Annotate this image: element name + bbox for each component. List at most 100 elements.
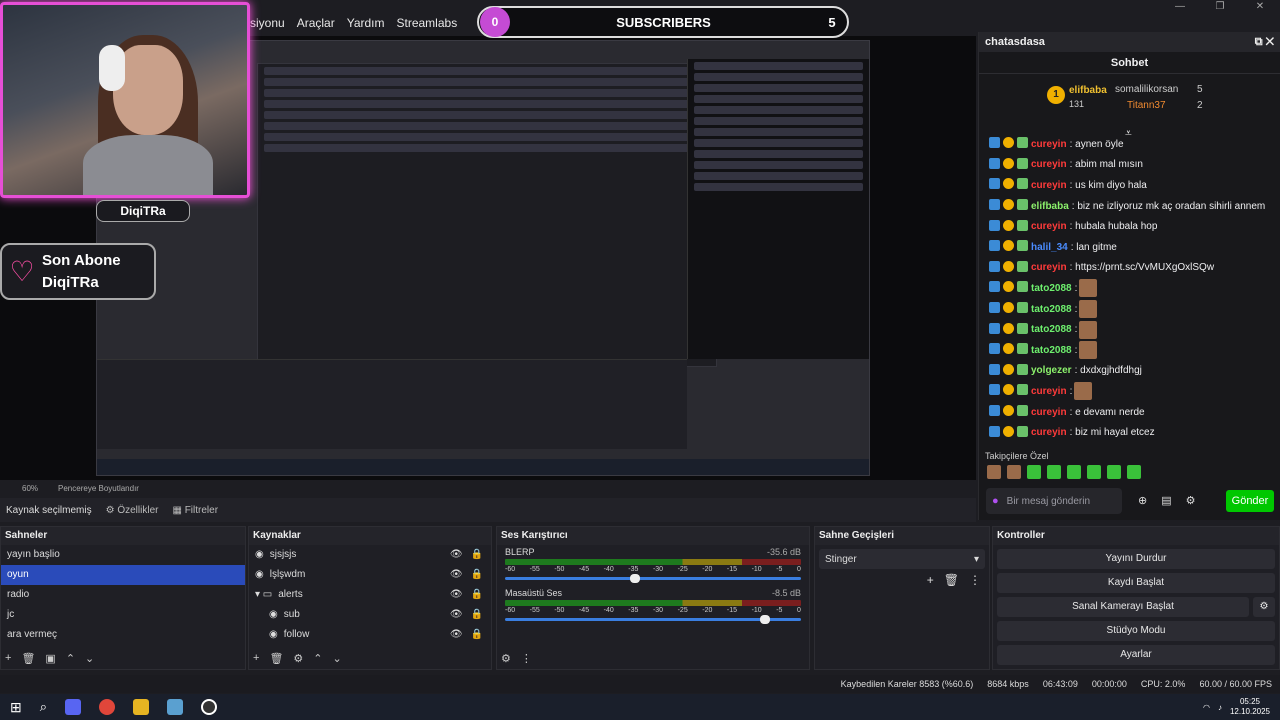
more-icon[interactable]: ⋮ [521, 652, 532, 665]
visibility-icon[interactable]: 👁 [450, 625, 463, 645]
start-recording-button[interactable]: Kaydı Başlat [997, 573, 1275, 593]
source-item[interactable]: ◉ sub 👁 🔒 [249, 605, 491, 625]
chat-username[interactable]: cureyin [1031, 221, 1067, 232]
chat-username[interactable]: cureyin [1031, 180, 1067, 191]
chrome-icon[interactable] [99, 699, 116, 715]
source-item[interactable]: ◉ follow 👁 🔒 [249, 625, 491, 645]
gear-icon[interactable]: ⚙ [501, 652, 511, 665]
chat-username[interactable]: cureyin [1031, 407, 1067, 418]
chat-username[interactable]: cureyin [1031, 386, 1067, 397]
source-item[interactable]: ◉ lşlşwdm 👁 🔒 [249, 565, 491, 585]
nested-docks [97, 359, 687, 449]
minimize-icon[interactable]: — [1160, 0, 1200, 20]
trash-icon[interactable]: 🗑 [944, 573, 959, 587]
source-list: ◉ sjsjsjs 👁 🔒 ◉ lşlşwdm 👁 🔒 ▾ ▭ alerts 👁 🔒 ◉ sub 👁 🔒 ◉ fo… [249, 545, 491, 645]
volume-slider[interactable] [505, 574, 801, 583]
chat-username[interactable]: elifbaba [1031, 201, 1069, 212]
system-tray: ◠ ♪ 05:25 12.10.2025 [1203, 697, 1280, 717]
chat-text: : [1074, 303, 1078, 315]
arrow-up-icon[interactable]: ⌃ [66, 652, 75, 665]
visibility-icon[interactable]: 👁 [450, 585, 463, 605]
gear-icon[interactable]: ⚙ [293, 652, 303, 665]
add-icon[interactable]: + [927, 573, 934, 587]
lock-icon[interactable]: 🔒 [471, 545, 483, 565]
clock[interactable]: 05:25 12.10.2025 [1230, 697, 1270, 717]
chat-username[interactable]: halil_34 [1031, 242, 1068, 253]
source-label: sub [283, 609, 300, 620]
menu-item-streamlabs[interactable]: Streamlabs [397, 16, 458, 30]
visibility-icon[interactable]: 👁 [450, 605, 463, 625]
mixer-channel: Masaüstü Ses -8.5 dB -60 -55 -50 -45 -40 -35 -30… [505, 588, 801, 624]
scene-item[interactable]: radio [1, 585, 245, 605]
volume-knob[interactable] [630, 574, 641, 583]
chat-username[interactable]: tato2088 [1031, 304, 1072, 315]
windows-start-icon[interactable]: ⊞ [10, 699, 22, 716]
more-icon[interactable]: ⋮ [969, 573, 981, 587]
visibility-icon[interactable]: 👁 [450, 545, 463, 565]
chat-username[interactable]: tato2088 [1031, 324, 1072, 335]
source-item[interactable]: ▾ ▭ alerts 👁 🔒 [249, 585, 491, 605]
stop-stream-button[interactable]: Yayını Durdur [997, 549, 1275, 569]
volume-meter [505, 600, 801, 606]
add-icon[interactable]: + [253, 652, 259, 665]
chat-username[interactable]: tato2088 [1031, 283, 1072, 294]
meter-tick: -15 [726, 607, 738, 614]
menu-item-tools[interactable]: Araçlar [297, 16, 335, 30]
transition-select[interactable]: Stinger ▾ [819, 549, 985, 569]
meter-tick: -45 [578, 607, 590, 614]
arrow-down-icon[interactable]: ⌄ [85, 652, 94, 665]
badge-icons [989, 281, 1031, 295]
properties-button[interactable]: ⚙ Özellikler [106, 505, 159, 516]
send-button[interactable]: Gönder [1226, 490, 1274, 512]
start-virtual-cam-button[interactable]: Sanal Kamerayı Başlat [997, 597, 1249, 617]
scene-item[interactable]: jc [1, 605, 245, 625]
scene-item[interactable]: oyun [1, 565, 245, 585]
folder-icon[interactable] [133, 699, 150, 715]
chat-username[interactable]: tato2088 [1031, 345, 1072, 356]
add-icon[interactable]: + [5, 652, 11, 665]
fit-window-label[interactable]: Pencereye Boyutlandır [58, 484, 139, 493]
restore-icon[interactable]: ❐ [1200, 0, 1240, 20]
volume-slider[interactable] [505, 615, 801, 624]
zoom-level[interactable]: 60% [22, 484, 38, 493]
lock-icon[interactable]: 🔒 [471, 585, 483, 605]
store-icon[interactable]: ▤ [1161, 494, 1171, 507]
meter-tick: -20 [702, 566, 713, 573]
scene-item[interactable]: ara vermeç [1, 625, 245, 645]
chat-username[interactable]: cureyin [1031, 139, 1067, 150]
source-item[interactable]: ◉ sjsjsjs 👁 🔒 [249, 545, 491, 565]
chat-username[interactable]: cureyin [1031, 427, 1067, 438]
gear-icon[interactable]: ⚙ [1253, 597, 1275, 617]
close-icon[interactable]: ⧉ ✕ [1255, 36, 1274, 49]
visibility-icon[interactable]: 👁 [450, 565, 463, 585]
app-icon[interactable] [167, 699, 184, 715]
menu-item-view[interactable]: siyonu [250, 16, 285, 30]
arrow-down-icon[interactable]: ⌄ [333, 652, 342, 665]
chat-username[interactable]: yolgezer [1031, 365, 1072, 376]
discord-icon[interactable] [65, 699, 82, 715]
controls-dock: Kontroller Yayını Durdur Kaydı Başlat Sa… [992, 526, 1280, 670]
filters-button[interactable]: ▦ Filtreler [172, 505, 218, 516]
lock-icon[interactable]: 🔒 [471, 565, 483, 585]
search-icon[interactable]: ⌕ [40, 699, 47, 715]
gear-icon[interactable]: ⚙ [1186, 494, 1196, 507]
trash-icon[interactable]: 🗑 [21, 652, 35, 665]
clock-date: 12.10.2025 [1229, 707, 1270, 716]
chat-input[interactable]: ● Bir mesaj gönderin [986, 488, 1122, 514]
chat-username[interactable]: cureyin [1031, 159, 1067, 170]
volume-knob[interactable] [760, 615, 771, 624]
mixer-channel-db: -35.6 dB [766, 547, 801, 557]
menu-item-help[interactable]: Yardım [347, 16, 385, 30]
settings-button[interactable]: Ayarlar [997, 645, 1275, 665]
filter-icon[interactable]: ▣ [45, 652, 55, 665]
lock-icon[interactable]: 🔒 [471, 605, 483, 625]
obs-icon[interactable] [201, 699, 218, 715]
studio-mode-button[interactable]: Stüdyo Modu [997, 621, 1275, 641]
scene-item[interactable]: yayın başlio [1, 545, 245, 565]
chat-username[interactable]: cureyin [1031, 262, 1067, 273]
emote-picker-icon[interactable]: ⊕ [1138, 494, 1147, 507]
trash-icon[interactable]: 🗑 [269, 652, 283, 665]
lock-icon[interactable]: 🔒 [471, 625, 483, 645]
close-icon[interactable]: ✕ [1240, 0, 1280, 20]
arrow-up-icon[interactable]: ⌃ [313, 652, 322, 665]
